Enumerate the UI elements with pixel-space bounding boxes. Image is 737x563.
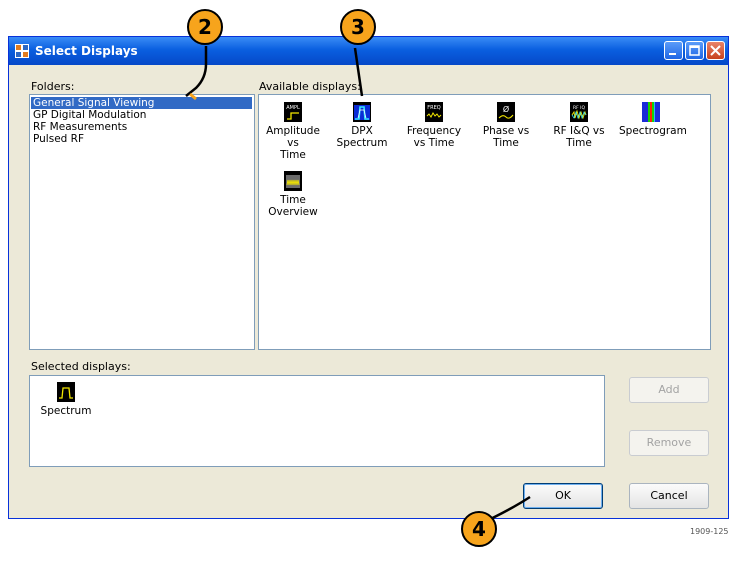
callout-2: 2 [187,9,223,45]
figure-id: 1909-125 [690,527,729,536]
callout-leader-lines [185,46,531,526]
callout-4: 4 [461,511,497,547]
callout-3: 3 [340,9,376,45]
